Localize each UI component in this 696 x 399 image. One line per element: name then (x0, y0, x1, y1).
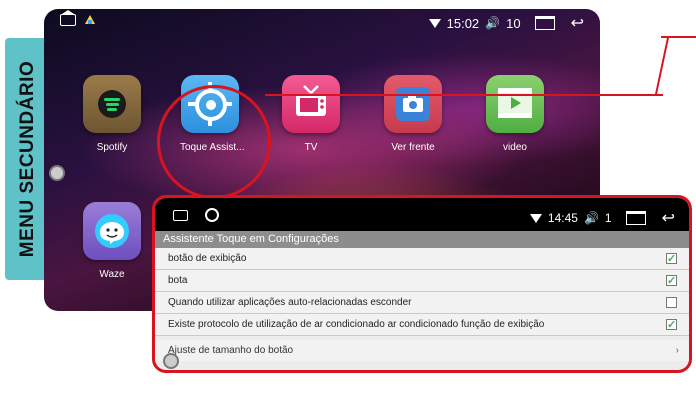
wifi-icon (428, 18, 441, 28)
waze-icon (83, 202, 141, 260)
back-icon[interactable]: ↩ (571, 13, 584, 33)
wifi-icon (529, 213, 542, 223)
video-icon (486, 75, 544, 133)
setting-label: Quando utilizar aplicações auto-relacion… (168, 297, 412, 308)
side-label-text: MENU SECUNDÁRIO (17, 60, 38, 258)
setting-row[interactable]: bota (155, 270, 689, 292)
app-waze[interactable]: Waze (82, 202, 142, 280)
callout-line-top (661, 36, 696, 38)
app-indicator-icon (205, 208, 219, 222)
status-time: 15:02 (446, 15, 480, 31)
floating-assist-button[interactable] (163, 353, 179, 369)
app-label: TV (304, 142, 318, 153)
checkbox[interactable] (666, 249, 677, 270)
camera-icon (384, 75, 442, 133)
adjust-size-label: Ajuste de tamanho do botão (168, 345, 294, 356)
app-tv[interactable]: TV (281, 75, 341, 153)
setting-row[interactable]: Quando utilizar aplicações auto-relacion… (155, 292, 689, 314)
app-label: Ver frente (391, 142, 435, 153)
settings-panel: 14:45 🔊 1 ↩ Assistente Toque em Configur… (152, 195, 692, 373)
app-label: Waze (99, 269, 125, 280)
checkbox[interactable] (666, 271, 677, 292)
app-label: video (503, 142, 527, 153)
tv-icon (282, 75, 340, 133)
status-bar: 15:02 🔊 10 ↩ (44, 9, 600, 33)
setting-label: botão de exibição (168, 253, 247, 264)
checkbox[interactable] (666, 315, 677, 336)
setting-row[interactable]: botão de exibição (155, 248, 689, 270)
back-icon[interactable]: ↩ (662, 208, 675, 228)
app-spotify[interactable]: Spotify (82, 75, 142, 153)
checkbox[interactable] (666, 297, 677, 308)
highlight-circle (157, 85, 271, 199)
setting-label: bota (168, 275, 188, 286)
status-volume: 10 (506, 15, 521, 31)
callout-line-diagonal (654, 36, 670, 96)
callout-line (265, 94, 663, 96)
scroll-handle[interactable] (49, 165, 65, 181)
adjust-size-row[interactable]: Ajuste de tamanho do botão › (155, 340, 689, 361)
volume-icon: 🔊 (485, 16, 501, 30)
panel-status-bar: 14:45 🔊 1 ↩ (155, 198, 689, 231)
panel-title: Assistente Toque em Configurações (155, 231, 689, 248)
panel-status-time: 14:45 (547, 211, 578, 225)
volume-icon: 🔊 (583, 211, 599, 225)
app-ver-frente[interactable]: Ver frente (383, 75, 443, 153)
app-label: Spotify (96, 142, 128, 153)
home-icon[interactable] (173, 210, 188, 221)
home-app-icon (85, 15, 95, 24)
app-video[interactable]: video (485, 75, 545, 153)
recent-apps-icon[interactable] (625, 211, 646, 225)
setting-row[interactable]: Existe protocolo de utilização de ar con… (155, 314, 689, 336)
panel-status-volume: 1 (604, 211, 612, 225)
setting-label: Existe protocolo de utilização de ar con… (168, 319, 545, 330)
spotify-icon (83, 75, 141, 133)
chevron-right-icon: › (675, 345, 679, 356)
recent-apps-icon[interactable] (534, 16, 555, 30)
home-icon[interactable] (60, 10, 76, 26)
